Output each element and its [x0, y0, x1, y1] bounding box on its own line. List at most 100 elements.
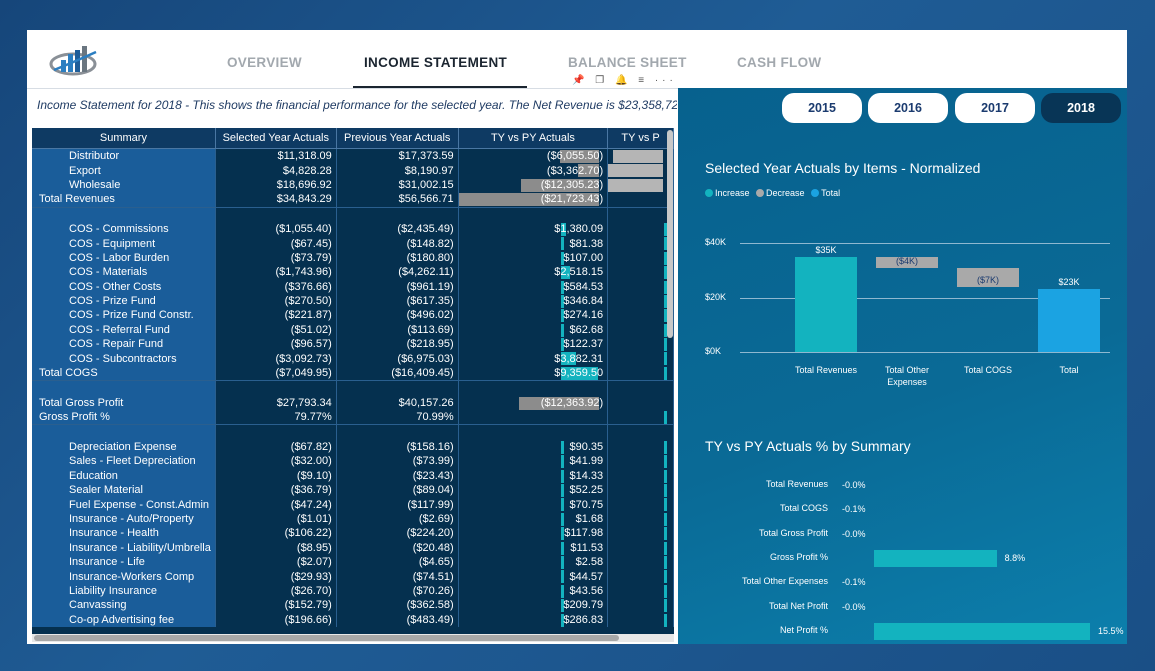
pct-data-bar — [664, 338, 668, 352]
table-row[interactable]: COS - Referral Fund ($51.02) ($113.69) $62.… — [32, 322, 674, 338]
ty-vs-py-value: $9,359.50 — [458, 365, 609, 382]
waterfall-bar[interactable] — [795, 256, 857, 352]
table-row[interactable]: Fuel Expense - Const.Admin ($47.24) ($117.… — [32, 497, 674, 512]
table-row[interactable]: Total COGS ($7,049.95) ($16,409.45) $9,359.… — [32, 365, 674, 382]
pct-bar[interactable] — [874, 622, 1090, 640]
legend-item-increase[interactable]: Increase — [705, 188, 750, 198]
pct-row-label: Total Net Profit — [768, 600, 828, 611]
gridline — [740, 352, 1110, 353]
selected-year-value: ($1.01) — [215, 511, 337, 527]
table-row[interactable]: Insurance-Workers Comp ($29.93) ($74.51) $4… — [32, 569, 674, 584]
table-row[interactable]: Total Revenues $34,843.29 $56,566.71 ($21,7… — [32, 192, 674, 208]
year-button-2018[interactable]: 2018 — [1041, 93, 1121, 123]
ty-vs-py-value: $122.37 — [458, 337, 609, 352]
ty-vs-py-pct-value — [607, 424, 674, 440]
ty-vs-py-value — [458, 410, 609, 426]
row-label: Co-op Advertising fee — [32, 612, 216, 627]
table-row[interactable]: Distributor $11,318.09 $17,373.59 ($6,055.5… — [32, 148, 674, 164]
ty-vs-py-pct-value — [607, 497, 674, 512]
ty-vs-py-text: $11.53 — [570, 541, 604, 554]
table-row[interactable]: Liability Insurance ($26.70) ($70.26) $43.5… — [32, 583, 674, 599]
ty-vs-py-pct-value — [607, 598, 674, 613]
x-category-label-line: Total Revenues — [794, 365, 858, 375]
ty-vs-py-pct-value — [607, 511, 674, 527]
pct-data-bar — [664, 411, 668, 424]
legend-item-decrease[interactable]: Decrease — [756, 188, 805, 198]
table-row[interactable]: Sealer Material ($36.79) ($89.04) $52.25 — [32, 482, 674, 498]
table-row[interactable] — [32, 424, 674, 440]
table-row[interactable]: Insurance - Liability/Umbrella ($8.95) ($2… — [32, 540, 674, 555]
table-row[interactable]: Total Gross Profit $27,793.34 $40,157.26 ($… — [32, 395, 674, 411]
table-row[interactable]: Insurance - Life ($2.07) ($4.65) $2.58 — [32, 554, 674, 570]
pct-value-label: -0.0% — [842, 528, 866, 539]
data-bar — [560, 498, 564, 512]
table-row[interactable]: Depreciation Expense ($67.82) ($158.16) $90… — [32, 439, 674, 455]
x-category-label-line: Total — [1059, 365, 1079, 375]
table-row[interactable] — [32, 207, 674, 222]
table-row[interactable]: Insurance - Auto/Property ($1.01) ($2.69) $… — [32, 511, 674, 527]
previous-year-value: ($2.69) — [336, 511, 459, 527]
tab-overview[interactable]: OVERVIEW — [227, 55, 302, 70]
table-row[interactable]: Wholesale $18,696.92 $31,002.15 ($12,305.23… — [32, 177, 674, 193]
legend-item-total[interactable]: Total — [811, 188, 840, 198]
column-header-summary[interactable]: Summary — [32, 128, 216, 149]
selected-year-value: ($221.87) — [215, 308, 337, 323]
table-row[interactable]: Education ($9.10) ($23.43) $14.33 — [32, 468, 674, 483]
table-row[interactable]: Sales - Fleet Depreciation ($32.00) ($73.9… — [32, 454, 674, 469]
table-row[interactable]: COS - Other Costs ($376.66) ($961.19) $584.… — [32, 279, 674, 294]
year-button-2017[interactable]: 2017 — [955, 93, 1035, 123]
ty-vs-py-text: $286.83 — [563, 613, 604, 626]
row-label: COS - Prize Fund — [32, 293, 216, 309]
data-bar — [560, 570, 564, 584]
table-row[interactable]: COS - Prize Fund Constr. ($221.87) ($496.0… — [32, 308, 674, 323]
column-header-ty-vs-py-pct[interactable]: TY vs P — [607, 128, 674, 149]
ty-vs-py-pct-value — [607, 236, 674, 251]
table-row[interactable]: COS - Materials ($1,743.96) ($4,262.11) $2,… — [32, 265, 674, 280]
previous-year-value: ($496.02) — [336, 308, 459, 323]
data-bar — [560, 323, 564, 337]
previous-year-value: $17,373.59 — [336, 148, 459, 164]
tab-balance-sheet[interactable]: BALANCE SHEET — [568, 55, 687, 70]
ty-vs-py-value: $52.25 — [458, 482, 609, 498]
table-row[interactable]: COS - Subcontractors ($3,092.73) ($6,975.0… — [32, 351, 674, 366]
table-row[interactable]: Export $4,828.28 $8,190.97 ($3,362.70) — [32, 163, 674, 178]
column-header-ty-vs-py[interactable]: TY vs PY Actuals — [458, 128, 609, 149]
previous-year-value: ($224.20) — [336, 526, 459, 541]
table-row[interactable]: COS - Prize Fund ($270.50) ($617.35) $346.8… — [32, 293, 674, 309]
year-button-2016[interactable]: 2016 — [868, 93, 948, 123]
income-statement-matrix[interactable]: Summary Selected Year Actuals Previous Y… — [32, 128, 674, 634]
ty-vs-py-pct-value — [607, 454, 674, 469]
pct-data-bar — [664, 527, 668, 541]
ty-vs-py-value: $62.68 — [458, 322, 609, 338]
waterfall-data-label: ($7K) — [976, 274, 999, 285]
table-row[interactable]: COS - Commissions ($1,055.40) ($2,435.49) $… — [32, 221, 674, 237]
previous-year-value: ($74.51) — [336, 569, 459, 584]
ty-vs-py-pct-value — [607, 410, 674, 426]
waterfall-bar[interactable] — [1038, 289, 1100, 352]
table-row[interactable] — [32, 380, 674, 396]
pct-value-label: -0.0% — [842, 480, 866, 490]
tab-cash-flow[interactable]: CASH FLOW — [737, 55, 821, 70]
ty-vs-py-text: $274.16 — [563, 309, 604, 322]
column-header-selected-year[interactable]: Selected Year Actuals — [215, 128, 337, 149]
column-header-previous-year[interactable]: Previous Year Actuals — [336, 128, 459, 149]
ty-vs-py-pct-value — [607, 554, 674, 570]
table-row[interactable]: COS - Equipment ($67.45) ($148.82) $81.38 — [32, 236, 674, 251]
visual-header-icons[interactable]: 📌 ❐ 🔔 ≡ ··· — [572, 75, 677, 86]
table-row[interactable]: COS - Labor Burden ($73.79) ($180.80) $107.… — [32, 250, 674, 266]
active-tab-underline — [353, 86, 527, 88]
pct-data-bar — [664, 555, 668, 569]
year-button-2015[interactable]: 2015 — [782, 93, 862, 123]
table-row[interactable]: Co-op Advertising fee ($196.66) ($483.49) $… — [32, 612, 674, 627]
table-row[interactable]: Gross Profit % 79.77% 70.99% — [32, 410, 674, 426]
pct-value-label: -0.1% — [842, 577, 866, 588]
tab-income-statement[interactable]: INCOME STATEMENT — [364, 55, 507, 70]
matrix-vertical-scrollbar[interactable] — [667, 130, 673, 338]
table-row[interactable]: Canvassing ($152.79) ($362.58) $209.79 — [32, 598, 674, 613]
pct-bar[interactable] — [874, 549, 997, 567]
table-row[interactable]: Insurance - Health ($106.22) ($224.20) $117… — [32, 526, 674, 541]
legend-decrease-marker — [756, 189, 765, 197]
pct-data-bar — [664, 498, 668, 512]
matrix-horizontal-scrollbar[interactable] — [34, 635, 619, 641]
table-row[interactable]: COS - Repair Fund ($96.57) ($218.95) $122.3… — [32, 337, 674, 352]
